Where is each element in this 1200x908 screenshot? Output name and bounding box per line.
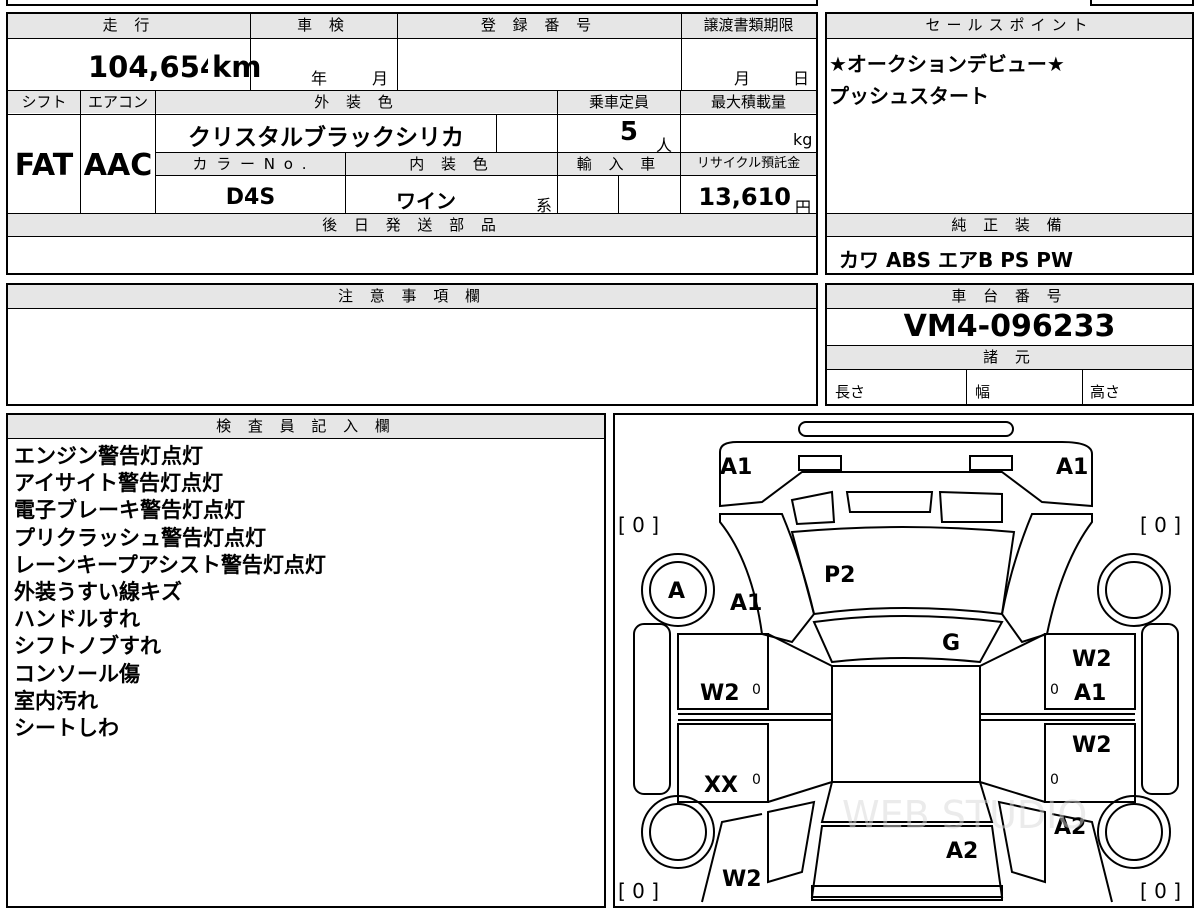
label-front-right-door-a1: A1 — [1074, 681, 1106, 706]
inspector-note: レーンキープアシスト警告灯点灯 — [14, 552, 326, 577]
chassis-box: 車 台 番 号 VM4-096233 諸 元 長さ 幅 高さ — [825, 283, 1194, 406]
inspector-note: 外装うすい線キズ — [14, 580, 182, 605]
spec-height: 高さ — [1090, 383, 1121, 401]
top-strip-right — [1090, 0, 1194, 6]
sales-point-label: セールスポイント — [827, 14, 1192, 38]
label-front-right-door: W2 — [1072, 647, 1112, 672]
interior-color-value: ワイン — [396, 189, 456, 213]
inspector-note: アイサイト警告灯点灯 — [14, 471, 223, 496]
spec-length: 長さ — [835, 383, 866, 401]
inspector-box: 検 査 員 記 入 欄 エンジン警告灯点灯 アイサイト警告灯点灯 電子ブレーキ警… — [6, 413, 606, 908]
shaken-year-unit: 年 — [311, 69, 328, 88]
aircon-value: AAC — [83, 148, 153, 183]
color-no-label: カ ラ ー N o . — [156, 153, 345, 175]
inspector-note: 室内汚れ — [14, 688, 98, 713]
max-load-label: 最大積載量 — [681, 91, 816, 113]
mileage-value: 104,654 — [88, 50, 208, 84]
inspector-note: エンジン警告灯点灯 — [14, 444, 203, 468]
shaken-month-unit: 月 — [372, 69, 389, 88]
zero-rear-left: 0 — [752, 772, 761, 788]
chassis-number: VM4-096233 — [903, 309, 1116, 344]
top-strip — [6, 0, 818, 6]
equipment-value: カワ ABS エアB PS PW — [839, 248, 1074, 272]
parts-later-label: 後 日 発 送 部 品 — [8, 214, 816, 236]
label-a1-front-right: A1 — [1056, 455, 1088, 480]
mileage-unit: km — [212, 50, 262, 84]
max-load-unit: kg — [793, 130, 813, 149]
notes-box: 注 意 事 項 欄 — [6, 283, 818, 406]
inspector-note: シフトノブすれ — [14, 634, 161, 659]
capacity-label: 乗車定員 — [558, 91, 680, 113]
inspector-note: シートしわ — [14, 716, 119, 741]
chassis-label: 車 台 番 号 — [827, 285, 1192, 308]
shift-label: シフト — [8, 91, 80, 113]
damage-diagram-box: A1 A1 A A1 P2 G W2 A1 W2 W2 XX A2 A2 W2 … — [613, 413, 1194, 908]
notes-label: 注 意 事 項 欄 — [8, 285, 816, 308]
deadline-day-unit: 日 — [793, 69, 810, 88]
capacity-value: 5 — [619, 117, 638, 147]
deadline-month-unit: 月 — [734, 69, 751, 88]
label-rear-right-door: W2 — [1072, 733, 1112, 758]
label-roof-g: G — [942, 631, 960, 656]
inspector-note: 電子ブレーキ警告灯点灯 — [14, 498, 245, 523]
specs-label: 諸 元 — [827, 346, 1192, 369]
inspector-label: 検 査 員 記 入 欄 — [8, 415, 604, 438]
label-windshield-p2: P2 — [824, 563, 855, 588]
zero-front-left: 0 — [752, 682, 761, 698]
sales-point-box: セールスポイント ★オークションデビュー★ プッシュスタート 純 正 装 備 カ… — [825, 12, 1194, 275]
tire-tread-rear-left: [ 0 ] — [618, 879, 659, 903]
tire-tread-front-right: [ 0 ] — [1140, 513, 1181, 537]
zero-front-right: 0 — [1050, 682, 1059, 698]
shaken-label: 車 検 — [250, 14, 397, 38]
transfer-deadline-label: 譲渡書類期限 — [681, 14, 816, 38]
inspector-note: コンソール傷 — [14, 661, 140, 686]
label-fender-a1: A1 — [730, 591, 762, 616]
car-damage-diagram: A1 A1 A A1 P2 G W2 A1 W2 W2 XX A2 A2 W2 … — [618, 421, 1181, 903]
label-a1-front-left: A1 — [720, 455, 752, 480]
equipment-label: 純 正 装 備 — [827, 214, 1192, 236]
vehicle-info-table: 走 行 車 検 登 録 番 号 譲渡書類期限 104,654 km 年 月 月 … — [6, 12, 818, 275]
label-front-left-door: W2 — [700, 681, 740, 706]
import-label: 輸 入 車 — [558, 153, 680, 175]
color-no-value: D4S — [225, 185, 276, 210]
label-rear-a2: A2 — [946, 839, 978, 864]
label-quarter-left: W2 — [722, 867, 762, 892]
inspector-notes: エンジン警告灯点灯 アイサイト警告灯点灯 電子ブレーキ警告灯点灯 プリクラッシュ… — [14, 443, 326, 742]
shift-value: FAT — [14, 148, 74, 183]
label-rear-left-door: XX — [704, 773, 738, 798]
aircon-label: エアコン — [81, 91, 155, 113]
recycle-label: リサイクル預託金 — [681, 153, 816, 175]
registration-label: 登 録 番 号 — [397, 14, 681, 38]
inspector-note: ハンドルすれ — [14, 607, 140, 632]
zero-rear-right: 0 — [1050, 772, 1059, 788]
tire-tread-front-left: [ 0 ] — [618, 513, 659, 537]
spec-width: 幅 — [975, 383, 991, 401]
watermark: WEB STUDIO — [842, 793, 1087, 837]
recycle-value: 13,610 — [698, 183, 791, 211]
exterior-color-value: クリスタルブラックシリカ — [188, 125, 464, 151]
tire-tread-rear-right: [ 0 ] — [1140, 879, 1181, 903]
mileage-label: 走 行 — [8, 14, 250, 38]
interior-color-label: 内 装 色 — [346, 153, 557, 175]
inspector-note: プリクラッシュ警告灯点灯 — [14, 525, 266, 550]
sales-point-line-2: プッシュスタート — [829, 84, 989, 108]
exterior-color-label: 外 装 色 — [156, 91, 557, 113]
label-wheel-a: A — [668, 579, 685, 604]
sales-point-line-1: ★オークションデビュー★ — [829, 52, 1065, 76]
